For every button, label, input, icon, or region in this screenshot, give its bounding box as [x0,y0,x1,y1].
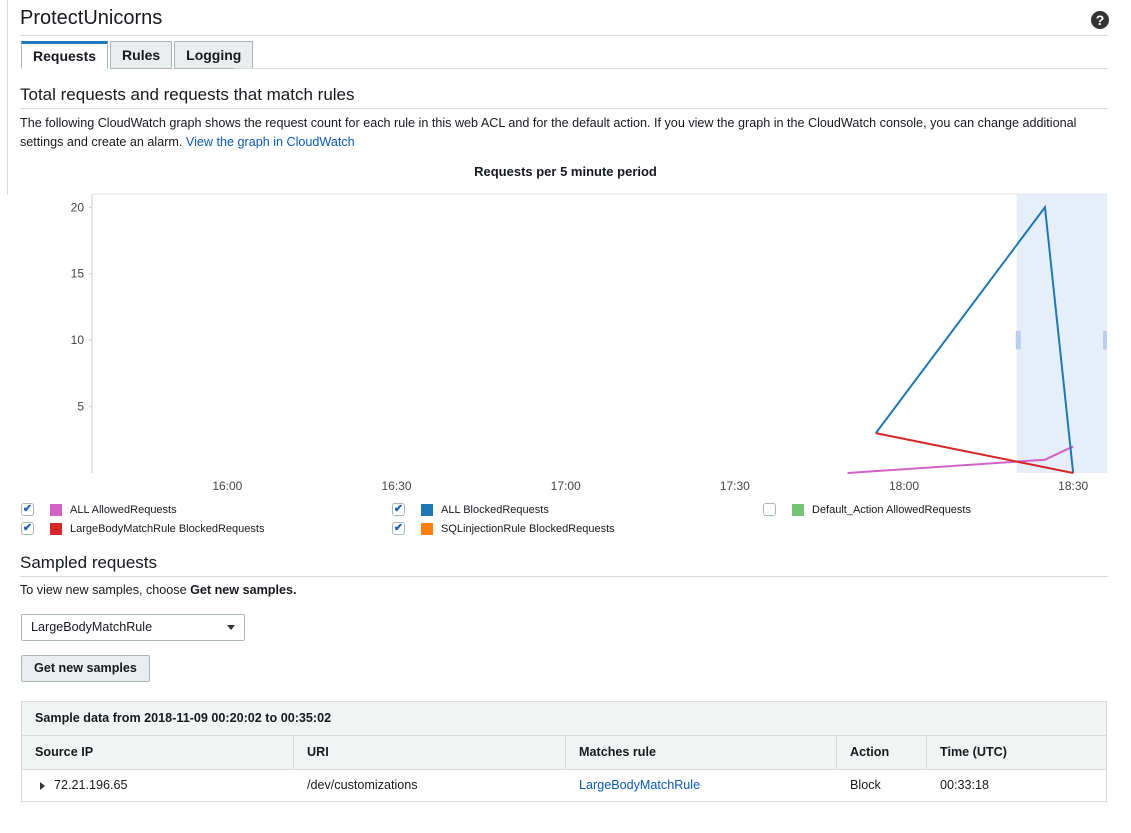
table-caption: Sample data from 2018-11-09 00:20:02 to … [22,702,1106,736]
y-tick-label: 20 [71,200,85,214]
column-header-time[interactable]: Time (UTC) [927,736,1106,769]
requests-chart: 5 10 15 20 16:00 16:30 17:00 17:30 18:00 18:30 [71,193,1107,493]
column-header-uri[interactable]: URI [294,736,566,769]
time-cell: 00:33:18 [940,778,990,792]
x-tick-label: 17:30 [720,479,750,493]
tab-rules[interactable]: Rules [110,41,173,69]
x-tick-label: 18:30 [1058,479,1088,493]
legend-all-allowed[interactable]: ✔ ALL AllowedRequests [21,503,177,516]
legend-label: LargeBodyMatchRule BlockedRequests [70,522,265,535]
chart-title: Requests per 5 minute period [474,164,657,179]
samples-table: Sample data from 2018-11-09 00:20:02 to … [21,701,1107,802]
action-cell: Block [850,778,881,792]
column-header-source-ip[interactable]: Source IP [22,736,294,769]
help-icon[interactable]: ? [1091,11,1109,29]
legend-swatch [421,522,433,535]
matches-rule-link[interactable]: LargeBodyMatchRule [579,770,700,801]
title-divider [20,35,1108,36]
tab-requests[interactable]: Requests [21,41,109,69]
highlight-region [1016,194,1107,473]
section-title-requests: Total requests and requests that match r… [20,85,355,104]
x-tick-label: 17:00 [551,479,581,493]
region-handle-left [1015,330,1021,350]
legend-label: SQLinjectionRule BlockedRequests [441,522,615,535]
expand-row-icon[interactable] [40,781,45,790]
source-ip-cell: 72.21.196.65 [40,770,128,801]
uri-cell: /dev/customizations [307,778,418,792]
table-header: Source IP URI Matches rule Action Time (… [22,736,1106,770]
chevron-down-icon [227,625,235,630]
page-title: ProtectUnicorns [20,7,163,29]
tab-bar: Requests Rules Logging [21,41,255,69]
legend-checkbox[interactable]: ✔ [21,522,34,535]
x-tick-label: 18:00 [889,479,919,493]
column-header-matches-rule[interactable]: Matches rule [566,736,837,769]
legend-largebody-blocked[interactable]: ✔ LargeBodyMatchRule BlockedRequests [21,522,264,535]
section-title-sampled: Sampled requests [20,553,158,572]
column-header-action[interactable]: Action [837,736,927,769]
legend-swatch [792,503,804,516]
tab-logging[interactable]: Logging [174,41,254,69]
section-description: The following CloudWatch graph shows the… [20,114,1110,152]
legend-default-allowed[interactable]: Default_Action AllowedRequests [763,503,971,516]
x-tick-label: 16:00 [212,479,242,493]
legend-swatch [50,522,62,535]
rule-select[interactable]: LargeBodyMatchRule [21,614,245,641]
tab-divider [234,68,1108,69]
legend-sqlinjection-blocked[interactable]: ✔ SQLinjectionRule BlockedRequests [392,522,615,535]
sampled-hint-text: To view new samples, choose [20,583,191,597]
y-tick-label: 15 [71,267,85,281]
sampled-hint-bold: Get new samples. [190,583,297,597]
source-ip-value: 72.21.196.65 [54,778,128,792]
legend-label: ALL BlockedRequests [441,503,549,516]
legend-label: ALL AllowedRequests [70,503,177,516]
sampled-divider [20,576,1108,577]
legend-checkbox[interactable]: ✔ [392,503,405,516]
legend-checkbox[interactable] [763,503,776,516]
rule-select-value: LargeBodyMatchRule [31,620,153,634]
legend-swatch [50,503,62,516]
legend-all-blocked[interactable]: ✔ ALL BlockedRequests [392,503,549,516]
description-text: The following CloudWatch graph shows the… [20,116,1077,149]
cloudwatch-link[interactable]: View the graph in CloudWatch [186,135,355,149]
section-divider [20,108,1108,109]
legend-checkbox[interactable]: ✔ [21,503,34,516]
table-row[interactable]: 72.21.196.65 /dev/customizations LargeBo… [22,770,1106,801]
legend-swatch [421,503,433,516]
sampled-hint: To view new samples, choose Get new samp… [20,583,297,597]
y-tick-label: 10 [71,333,85,347]
legend-checkbox[interactable]: ✔ [392,522,405,535]
get-new-samples-button[interactable]: Get new samples [21,655,150,682]
y-tick-label: 5 [77,400,84,414]
x-tick-label: 16:30 [381,479,411,493]
region-handle-right [1103,330,1107,350]
legend-label: Default_Action AllowedRequests [812,503,971,516]
